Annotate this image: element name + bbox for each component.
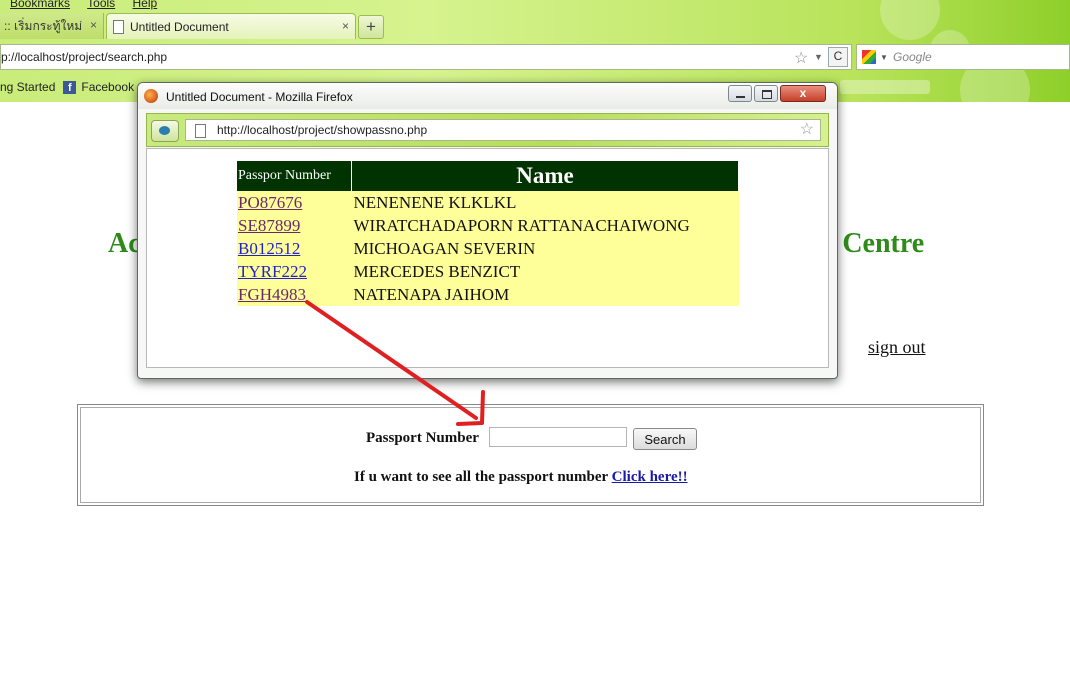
bookmark-facebook[interactable]: Facebook	[81, 80, 134, 94]
tab-close-icon[interactable]: ×	[342, 19, 349, 33]
menu-bar: Bookmarks Tools Help	[10, 0, 171, 10]
see-all-line: If u want to see all the passport number…	[354, 469, 688, 486]
bookmark-star-icon[interactable]: ☆	[800, 120, 814, 140]
firefox-icon	[144, 89, 158, 103]
passport-cell: FGH4983	[237, 283, 352, 306]
passport-cell: B012512	[237, 237, 352, 260]
name-cell: MICHOAGAN SEVERIN	[351, 237, 739, 260]
tab-thai-forum[interactable]: :: เริ่มกระทู้ใหม่ ×	[0, 13, 104, 39]
popup-title: Untitled Document - Mozilla Firefox	[166, 90, 353, 104]
popup-title-bar[interactable]: Untitled Document - Mozilla Firefox x	[138, 83, 837, 109]
tab-label: :: เริ่มกระทู้ใหม่	[4, 18, 83, 33]
reload-icon[interactable]: C	[828, 47, 848, 67]
table-row: B012512 MICHOAGAN SEVERIN	[237, 237, 739, 260]
theme-decoration	[880, 0, 940, 40]
passport-link[interactable]: PO87676	[238, 193, 302, 212]
page-heading-left: Ac	[108, 228, 141, 259]
new-tab-button[interactable]: +	[358, 15, 384, 39]
table-row: PO87676 NENENENE KLKLKL	[237, 191, 739, 214]
table-row: SE87899 WIRATCHADAPORN RATTANACHAIWONG	[237, 214, 739, 237]
facebook-icon: f	[63, 80, 77, 94]
sign-out-link[interactable]: sign out	[868, 337, 926, 358]
maximize-button[interactable]	[754, 85, 778, 102]
popup-nav-bar: http://localhost/project/showpassno.php …	[146, 113, 829, 147]
passport-cell: SE87899	[237, 214, 352, 237]
popup-address-text: http://localhost/project/showpassno.php	[217, 123, 428, 137]
search-button[interactable]: Search	[633, 428, 697, 450]
search-box[interactable]: ▼ Google	[856, 44, 1070, 70]
engine-dropdown-icon[interactable]: ▼	[880, 53, 888, 62]
passport-number-input[interactable]	[489, 427, 627, 447]
back-icon[interactable]	[151, 120, 179, 142]
name-cell: WIRATCHADAPORN RATTANACHAIWONG	[351, 214, 739, 237]
passport-cell: PO87676	[237, 191, 352, 214]
passport-link[interactable]: FGH4983	[238, 285, 306, 304]
page-icon	[113, 19, 124, 34]
see-all-text: If u want to see all the passport number	[354, 469, 608, 485]
click-here-link[interactable]: Click here!!	[612, 469, 688, 485]
passport-number-label: Passport Number	[366, 430, 479, 446]
page-icon	[195, 124, 206, 138]
header-passport-number: Passpor Number	[237, 161, 352, 191]
menu-tools[interactable]: Tools	[87, 0, 115, 10]
name-cell: NENENENE KLKLKL	[351, 191, 739, 214]
passport-cell: TYRF222	[237, 260, 352, 283]
menu-help[interactable]: Help	[133, 0, 158, 10]
bookmark-blurred[interactable]	[840, 80, 930, 94]
address-bar[interactable]: p://localhost/project/search.php	[0, 44, 852, 70]
table-row: TYRF222 MERCEDES BENZICT	[237, 260, 739, 283]
minimize-button[interactable]	[728, 85, 752, 102]
table-row: FGH4983 NATENAPA JAIHOM	[237, 283, 739, 306]
page-heading-right: t Centre	[826, 228, 925, 259]
name-cell: MERCEDES BENZICT	[351, 260, 739, 283]
search-panel-inner: Passport Number Search If u want to see …	[80, 407, 981, 503]
search-panel: Passport Number Search If u want to see …	[77, 404, 984, 506]
popup-content: Passpor Number Name PO87676 NENENENE KLKL…	[146, 148, 829, 368]
popup-window: Untitled Document - Mozilla Firefox x ht…	[137, 82, 838, 379]
name-cell: NATENAPA JAIHOM	[351, 283, 739, 306]
passport-table: Passpor Number Name PO87676 NENENENE KLKL…	[237, 161, 739, 306]
tab-close-icon[interactable]: ×	[90, 18, 97, 32]
header-name: Name	[351, 161, 739, 191]
menu-bookmarks[interactable]: Bookmarks	[10, 0, 70, 10]
close-button[interactable]: x	[780, 85, 826, 102]
google-engine-icon[interactable]	[862, 50, 876, 64]
tab-label: Untitled Document	[130, 19, 229, 34]
tab-untitled-document[interactable]: Untitled Document ×	[106, 13, 356, 39]
bookmark-star-icon[interactable]: ☆	[794, 48, 808, 68]
passport-link[interactable]: B012512	[238, 239, 300, 258]
history-dropdown-icon[interactable]: ▼	[814, 52, 823, 62]
bookmark-getting-started[interactable]: ng Started	[0, 80, 55, 94]
search-placeholder: Google	[893, 50, 932, 64]
passport-link[interactable]: SE87899	[238, 216, 300, 235]
address-text: p://localhost/project/search.php	[1, 50, 168, 64]
passport-link[interactable]: TYRF222	[238, 262, 307, 281]
popup-address-bar[interactable]: http://localhost/project/showpassno.php …	[185, 119, 821, 141]
bookmarks-bar: ng Started f Facebook	[0, 80, 134, 94]
